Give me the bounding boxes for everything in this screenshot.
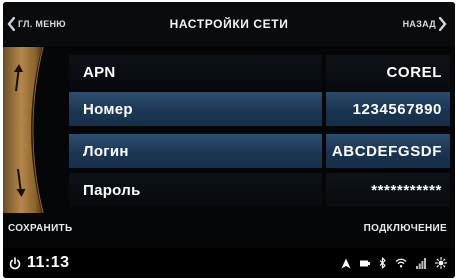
row-label-cell: Пароль bbox=[69, 173, 322, 207]
connect-button[interactable]: ПОДКЛЮЧЕНИЕ bbox=[364, 223, 447, 234]
wifi-icon bbox=[395, 258, 407, 268]
number-label: Номер bbox=[83, 101, 133, 118]
row-value-cell[interactable]: ABCDEFGSDF bbox=[326, 134, 450, 168]
settings-row-login[interactable]: Логин ABCDEFGSDF bbox=[69, 134, 450, 168]
row-label-cell: APN bbox=[69, 55, 322, 89]
row-value-cell[interactable]: 1234567890 bbox=[326, 92, 450, 126]
settings-row-apn[interactable]: APN COREL bbox=[69, 55, 450, 89]
save-button[interactable]: СОХРАНИТЬ bbox=[8, 223, 72, 234]
page-title: НАСТРОЙКИ СЕТИ bbox=[169, 17, 289, 31]
clock-time: 11:13 bbox=[27, 254, 70, 271]
row-value-cell[interactable]: COREL bbox=[326, 55, 450, 89]
chevron-right-icon bbox=[439, 17, 447, 31]
power-icon[interactable] bbox=[9, 256, 21, 270]
status-bar: 11:13 bbox=[3, 248, 455, 278]
navigation-arrow-icon bbox=[341, 258, 351, 268]
settings-row-password[interactable]: Пароль *********** bbox=[69, 173, 450, 207]
number-value: 1234567890 bbox=[352, 101, 442, 118]
apn-label: APN bbox=[83, 64, 116, 81]
bluetooth-icon bbox=[379, 257, 386, 269]
signal-icon bbox=[416, 257, 426, 269]
clock-area: 11:13 bbox=[9, 254, 70, 272]
brightness-icon[interactable] bbox=[435, 257, 447, 269]
password-value: *********** bbox=[371, 182, 442, 199]
settings-row-number[interactable]: Номер 1234567890 bbox=[69, 92, 450, 126]
login-label: Логин bbox=[83, 143, 129, 160]
password-label: Пароль bbox=[83, 182, 141, 199]
battery-icon bbox=[360, 260, 370, 266]
status-icons bbox=[341, 257, 447, 269]
apn-value: COREL bbox=[386, 64, 442, 81]
header-bar: ГЛ. МЕНЮ НАСТРОЙКИ СЕТИ НАЗАД bbox=[3, 2, 455, 46]
login-value: ABCDEFGSDF bbox=[331, 143, 442, 160]
screen: ГЛ. МЕНЮ НАСТРОЙКИ СЕТИ НАЗАД APN COREL … bbox=[3, 2, 455, 278]
row-label-cell: Логин bbox=[69, 134, 322, 168]
row-label-cell: Номер bbox=[69, 92, 322, 126]
row-value-cell[interactable]: *********** bbox=[326, 173, 450, 207]
scroll-wheel[interactable] bbox=[3, 47, 71, 213]
back-button[interactable]: НАЗАД bbox=[403, 17, 447, 31]
back-label: НАЗАД bbox=[402, 19, 436, 29]
